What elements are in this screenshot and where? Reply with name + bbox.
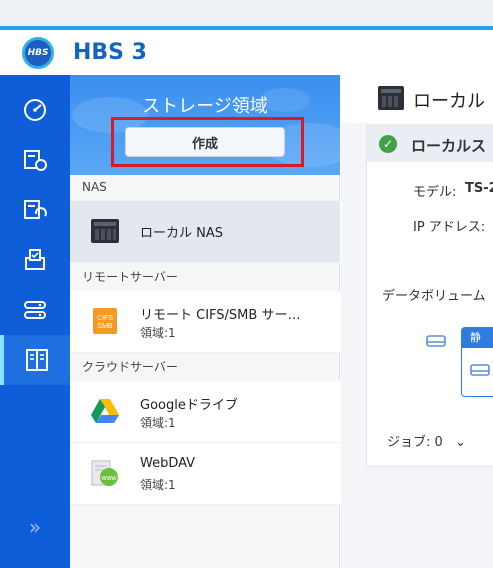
local-nas-label: ローカル NAS [140,226,224,241]
svg-text:CIFS: CIFS [97,315,113,322]
storage-spaces-icon [26,349,48,371]
model-value: TS-2 [465,181,493,196]
restore-icon [25,249,45,270]
card-title: ローカルス [411,137,487,155]
jobs-label: ジョブ: 0 [387,435,443,450]
status-ok-icon: ✓ [379,135,397,153]
rail-item-backup[interactable] [0,135,70,185]
webdav-icon: www [91,460,118,486]
detail-pane: ローカル ✓ ローカルス モデル: TS-2 IP アドレス: データボリューム… [341,75,493,568]
section-nas: NAS [82,180,107,194]
backup-icon [24,150,47,171]
dashboard-icon [24,99,46,121]
list-item-remote-cifs[interactable]: CIFS SMB リモート CIFS/SMB サー… 領域:1 [70,291,340,353]
drive-icon [426,335,446,347]
sync-icon [24,200,47,219]
section-remote: リモートサーバー [82,270,178,284]
remote-cifs-count: 領域:1 [140,326,176,340]
section-cloud: クラウドサーバー [82,360,178,374]
list-item-local-nas[interactable]: ローカル NAS [70,201,340,263]
detail-title: ローカル [413,91,485,112]
rail-item-storage-spaces[interactable] [0,335,70,385]
detail-header: ローカル [341,75,493,123]
ip-label: IP アドレス: [413,220,486,235]
panel-title: ストレージ領域 [142,96,268,117]
rail-item-services[interactable] [0,285,70,335]
svg-text:www: www [100,475,117,482]
app-header: HBS HBS 3 [0,30,493,75]
list-item-google-drive[interactable]: Googleドライブ 領域:1 [70,381,340,443]
app-title: HBS 3 [73,40,147,65]
panel-banner: ストレージ領域 作成 [70,75,340,175]
svg-text:SMB: SMB [97,323,113,330]
list-item-webdav[interactable]: www WebDAV 領域:1 [70,443,340,505]
google-drive-icon [91,399,119,423]
chevron-down-icon: ⌄ [454,435,466,450]
model-label: モデル: [413,185,457,200]
webdav-label: WebDAV [140,456,196,471]
storage-spaces-panel: ストレージ領域 作成 NAS ローカル NAS リモートサーバー CIFS SM… [70,75,340,568]
google-drive-label: Googleドライブ [140,398,238,413]
rail-item-sync[interactable] [0,185,70,235]
remote-cifs-label: リモート CIFS/SMB サー… [140,308,301,323]
webdav-count: 領域:1 [140,478,176,492]
highlight-box [111,117,304,167]
left-nav-rail: » [0,75,70,568]
volume-tag-label: 静 [462,328,493,348]
drive-icon [470,364,490,376]
rail-item-restore[interactable] [0,235,70,285]
data-volumes-label: データボリューム [382,289,486,304]
hbs-logo: HBS [22,37,54,69]
jobs-toggle[interactable]: ジョブ: 0 ⌄ [387,431,466,450]
rail-item-dashboard[interactable] [0,85,70,135]
top-strip [0,0,493,30]
cifs-smb-icon: CIFS SMB [93,308,117,334]
card-header: ✓ ローカルス [367,126,493,162]
nas-device-icon [91,219,119,243]
nas-device-icon [378,86,404,110]
google-drive-count: 領域:1 [140,416,176,430]
volume-tag[interactable]: 静 [461,327,493,397]
services-icon [24,301,46,319]
expand-rail-button[interactable]: » [0,515,70,545]
